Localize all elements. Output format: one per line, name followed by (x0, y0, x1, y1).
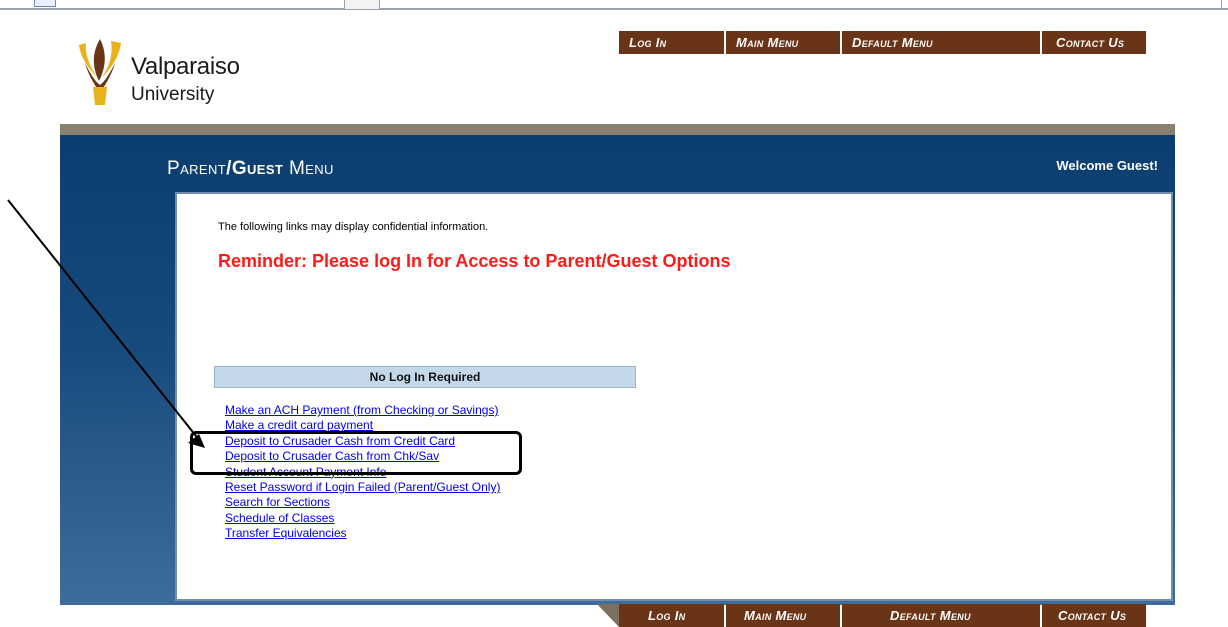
nav-main-menu-link[interactable]: Main Menu (726, 31, 840, 54)
welcome-message: Welcome Guest! (1056, 158, 1158, 173)
bottom-nav-bar: Log In Main Menu Default Menu Contact Us (619, 604, 1146, 627)
page-title-guest: Guest (231, 158, 284, 179)
footer-login-link[interactable]: Log In (619, 604, 724, 627)
nav-default-menu-link[interactable]: Default Menu (842, 31, 1040, 54)
link-schedule-of-classes[interactable]: Schedule of Classes (225, 511, 500, 526)
logo-subword: University (131, 84, 215, 105)
browser-tab-stub[interactable] (34, 0, 56, 7)
highlight-annotation-box (190, 431, 522, 475)
top-nav-bar: Log In Main Menu Default Menu Contact Us (619, 31, 1146, 54)
footer-default-menu-link[interactable]: Default Menu (842, 604, 1040, 627)
login-reminder: Reminder: Please log In for Access to Pa… (218, 251, 731, 271)
link-reset-password[interactable]: Reset Password if Login Failed (Parent/G… (225, 480, 500, 495)
page-title-menu: Menu (283, 158, 334, 179)
footer-main-menu-link[interactable]: Main Menu (726, 604, 840, 627)
link-search-sections[interactable]: Search for Sections (225, 495, 500, 510)
link-ach-payment[interactable]: Make an ACH Payment (from Checking or Sa… (225, 403, 500, 418)
browser-toolbar-stub[interactable] (344, 0, 380, 10)
nav-login-link[interactable]: Log In (619, 31, 724, 54)
browser-divider (0, 8, 1228, 10)
header-divider-strip (60, 124, 1175, 135)
valparaiso-flame-logo-icon (79, 39, 121, 105)
footer-contact-us-link[interactable]: Contact Us (1042, 604, 1146, 627)
page-title-parent: Parent (167, 158, 227, 179)
link-transfer-equivalencies[interactable]: Transfer Equivalencies (225, 526, 500, 541)
nav-contact-us-link[interactable]: Contact Us (1042, 31, 1146, 54)
browser-chrome-strip (0, 0, 1228, 14)
confidential-note: The following links may display confiden… (218, 221, 489, 233)
bottom-nav-slant (597, 604, 619, 627)
page-title: Parent/Guest Menu (167, 158, 334, 180)
logo-wordmark: Valparaiso (131, 53, 240, 80)
browser-edge-tick (1221, 0, 1222, 8)
section-header-no-login: No Log In Required (214, 366, 636, 388)
